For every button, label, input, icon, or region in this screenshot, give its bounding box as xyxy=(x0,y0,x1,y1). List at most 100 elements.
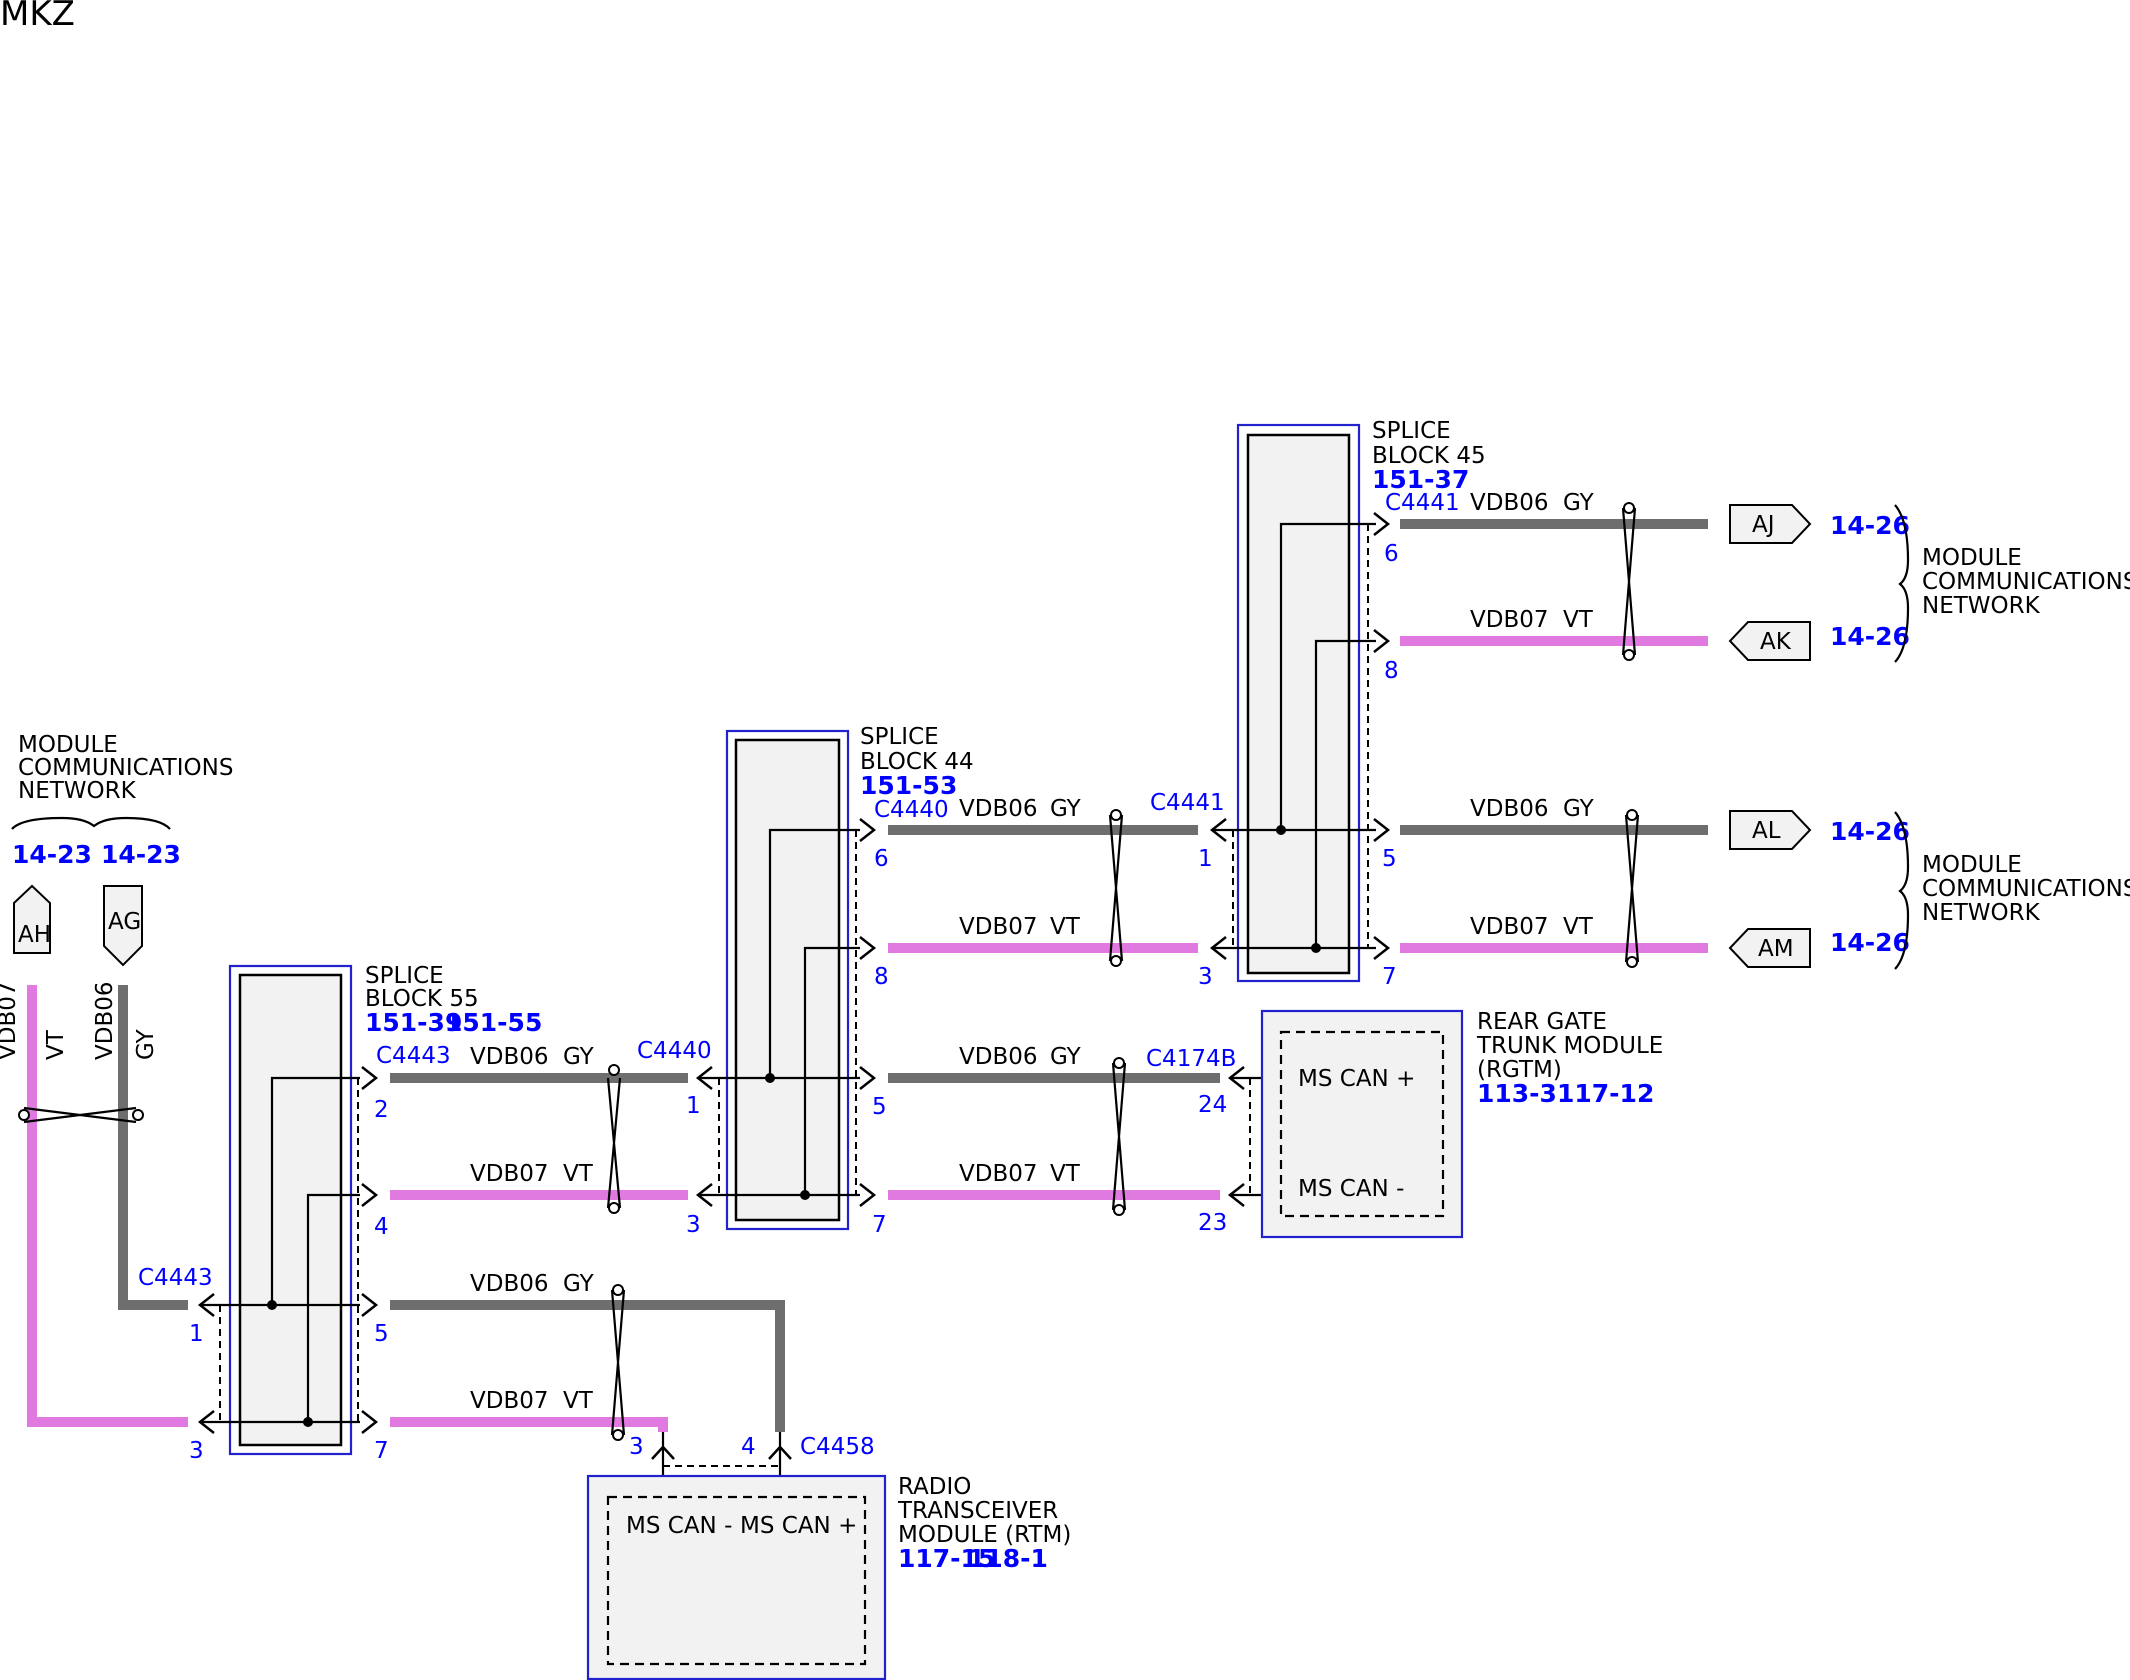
splice55-body[interactable] xyxy=(238,973,343,1447)
splice55-ref2[interactable]: 151-55 xyxy=(445,1008,542,1037)
wire-vt-left-code: VDB07 xyxy=(0,982,21,1061)
rgtm-module[interactable] xyxy=(1260,1009,1464,1239)
tag-ag-label: AG xyxy=(108,909,141,935)
wire-gy-left-color: GY xyxy=(133,1028,159,1060)
splice55-node-gy xyxy=(267,1300,277,1310)
twist-b xyxy=(610,1289,626,1436)
c4443-out-label[interactable]: C4443 xyxy=(376,1043,451,1069)
wire-vt-code-f: VDB07 xyxy=(1470,914,1549,940)
tag-ak-label: AK xyxy=(1760,629,1792,655)
rgtm-ref1[interactable]: 113-3 xyxy=(1477,1079,1557,1108)
right-network-top-line3: NETWORK xyxy=(1922,593,2041,619)
wire-vt-color-e: VT xyxy=(1563,607,1594,633)
rgtm-line1: REAR GATE xyxy=(1477,1009,1607,1035)
c4440-in-label[interactable]: C4440 xyxy=(637,1038,712,1064)
c4174b-label[interactable]: C4174B xyxy=(1146,1046,1236,1072)
rtm-ref2[interactable]: 118-1 xyxy=(968,1544,1048,1573)
right-network-bottom-line1: MODULE xyxy=(1922,852,2022,878)
wire-vt-code-e: VDB07 xyxy=(1470,607,1549,633)
twist-c-top xyxy=(1110,809,1122,821)
splice44-pin-6: 6 xyxy=(874,846,889,872)
splice55-pin-5: 5 xyxy=(374,1321,389,1347)
wire-vt-color-f: VT xyxy=(1563,914,1594,940)
splice44-ref[interactable]: 151-53 xyxy=(860,771,957,800)
splice45-pin-8: 8 xyxy=(1384,658,1399,684)
twist-left-end-a xyxy=(18,1109,30,1121)
ref-aj[interactable]: 14-26 xyxy=(1830,511,1910,540)
wire-vt-code-d: VDB07 xyxy=(959,1161,1038,1187)
tag-ah-label: AH xyxy=(18,922,51,948)
wire-vt-code-b: VDB07 xyxy=(470,1388,549,1414)
twist-left-end-b xyxy=(132,1109,144,1121)
twist-d xyxy=(1111,1062,1127,1211)
splice45-body[interactable] xyxy=(1246,433,1351,975)
c4440-out-label[interactable]: C4440 xyxy=(874,797,949,823)
splice44-node-gy xyxy=(765,1073,775,1083)
splice44-pin-7: 7 xyxy=(872,1212,887,1238)
c4441-out-label[interactable]: C4441 xyxy=(1385,490,1460,516)
splice55-pin-2: 2 xyxy=(374,1097,389,1123)
rtm-ms-can-plus: MS CAN + xyxy=(740,1513,857,1539)
wire-vt-code-c: VDB07 xyxy=(959,914,1038,940)
twist-c xyxy=(1108,814,1124,962)
twist-e xyxy=(1621,507,1637,656)
wire-gy-code-d: VDB06 xyxy=(959,1044,1038,1070)
twist-b-top xyxy=(612,1284,624,1296)
wire-gy-color-f: GY xyxy=(1563,796,1595,822)
wire-gy-color-d: GY xyxy=(1050,1044,1082,1070)
rgtm-arrows xyxy=(1227,1066,1245,1207)
splice45-pin-7: 7 xyxy=(1382,964,1397,990)
splice44-line1: SPLICE xyxy=(860,724,939,750)
ref-ak[interactable]: 14-26 xyxy=(1830,622,1910,651)
sb45-out-arrows xyxy=(1373,512,1391,960)
splice45-pin-5: 5 xyxy=(1382,846,1397,872)
splice55-pin-in-3: 3 xyxy=(189,1438,204,1464)
twist-c-bottom xyxy=(1110,955,1122,967)
ref-am[interactable]: 14-26 xyxy=(1830,928,1910,957)
sb44-in-arrows xyxy=(695,1066,713,1207)
wire-vt-color-d: VT xyxy=(1050,1161,1081,1187)
splice44-node-vt xyxy=(800,1190,810,1200)
splice44-pin-5: 5 xyxy=(872,1094,887,1120)
rgtm-ref2[interactable]: 117-12 xyxy=(1557,1079,1654,1108)
wire-gy-code-a: VDB06 xyxy=(470,1044,549,1070)
splice55-pin-4: 4 xyxy=(374,1214,389,1240)
splice44-pin-in-1: 1 xyxy=(686,1093,701,1119)
left-network-brace xyxy=(11,816,171,830)
ref-ag[interactable]: 14-23 xyxy=(101,840,181,869)
wire-gy-code-e: VDB06 xyxy=(1470,490,1549,516)
wire-gy-code-f: VDB06 xyxy=(1470,796,1549,822)
c4443-in-label[interactable]: C4443 xyxy=(138,1265,213,1291)
splice55-pin-7: 7 xyxy=(374,1438,389,1464)
wiring-diagram: MODULE COMMUNICATIONS NETWORK 14-23 14-2… xyxy=(0,418,2130,1680)
right-network-bottom-line2: COMMUNICATIONS xyxy=(1922,876,2130,902)
splice45-node-vt xyxy=(1311,943,1321,953)
twist-a xyxy=(606,1077,622,1209)
splice45-node-gy xyxy=(1276,825,1286,835)
ref-ah[interactable]: 14-23 xyxy=(12,840,92,869)
sb44-out-arrows xyxy=(859,818,877,1207)
tag-am-label: AM xyxy=(1758,936,1794,962)
wire-gy-color-e: GY xyxy=(1563,490,1595,516)
rtm-pin-3: 3 xyxy=(629,1434,644,1460)
splice45-pin-6: 6 xyxy=(1384,541,1399,567)
c4441-in-label[interactable]: C4441 xyxy=(1150,790,1225,816)
wire-vt-color-c: VT xyxy=(1050,914,1081,940)
c4458-label[interactable]: C4458 xyxy=(800,1434,875,1460)
ref-al[interactable]: 14-26 xyxy=(1830,817,1910,846)
rgtm-pin-24: 24 xyxy=(1198,1092,1227,1118)
splice44-body[interactable] xyxy=(734,738,841,1222)
splice45-pin-in-3: 3 xyxy=(1198,964,1213,990)
rtm-module[interactable] xyxy=(586,1474,887,1680)
rtm-ms-can-minus: MS CAN - xyxy=(626,1513,732,1539)
twist-d-top xyxy=(1113,1057,1125,1069)
wire-gy-color-c: GY xyxy=(1050,796,1082,822)
sb45-in-arrows xyxy=(1209,818,1227,960)
tag-al-label: AL xyxy=(1752,818,1781,844)
splice44-pin-in-3: 3 xyxy=(686,1212,701,1238)
splice55-node-vt xyxy=(303,1417,313,1427)
rtm-line1: RADIO xyxy=(898,1474,971,1500)
wire-vt-color-b: VT xyxy=(563,1388,594,1414)
twist-f xyxy=(1624,814,1640,963)
twist-b-bottom xyxy=(612,1429,624,1441)
